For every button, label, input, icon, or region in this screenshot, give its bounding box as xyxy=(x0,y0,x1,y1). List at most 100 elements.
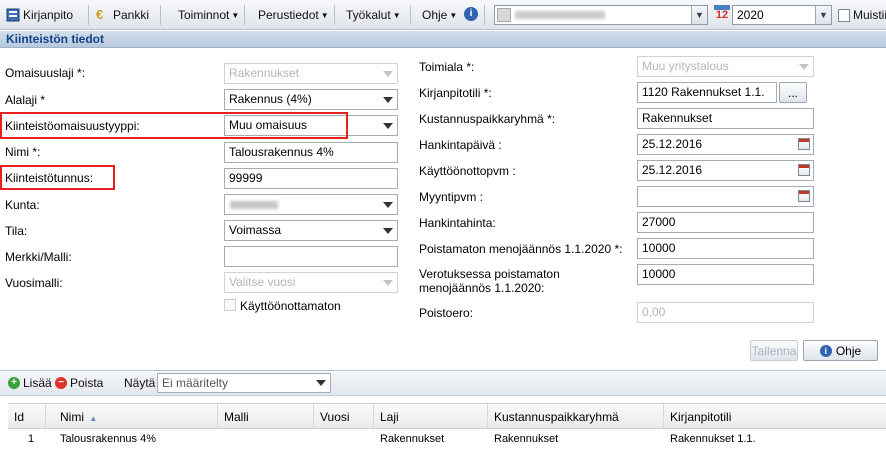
tyokalut-menu[interactable]: Työkalut ▼ xyxy=(346,8,401,22)
calendar-icon[interactable] xyxy=(798,138,810,150)
euro-icon: € xyxy=(96,7,104,22)
kunta-select[interactable] xyxy=(224,194,398,215)
toiminnot-label: Toiminnot xyxy=(178,8,230,22)
toimiala-select[interactable]: Muu yritystalous xyxy=(637,56,814,77)
muistiin-button[interactable]: Muistiin xyxy=(838,8,886,22)
perustiedot-label: Perustiedot xyxy=(258,8,319,22)
kunta-label: Kunta: xyxy=(5,198,40,212)
nayta-label: Näytä xyxy=(124,376,156,390)
toolbar-separator xyxy=(410,5,411,25)
calendar-icon: 12 xyxy=(714,5,730,23)
chevron-down-icon xyxy=(379,221,397,240)
toiminnot-menu[interactable]: Toiminnot ▼ xyxy=(178,8,239,22)
myyntipvm-input[interactable] xyxy=(637,186,814,207)
poista-button[interactable]: − Poista xyxy=(55,376,103,390)
poista-label: Poista xyxy=(70,376,104,390)
verotus-menojaannos-input[interactable]: 10000 xyxy=(637,264,814,285)
kayttoonottamaton-label: Käyttöönottamaton xyxy=(240,299,341,313)
verotus-label-line2: menojäännös 1.1.2020: xyxy=(419,281,545,295)
ohje-button-label: Ohje xyxy=(835,343,862,358)
tila-select[interactable]: Voimassa xyxy=(224,220,398,241)
chevron-down-icon xyxy=(379,273,397,292)
kustannuspaikkaryhma-input[interactable]: Rakennukset xyxy=(637,108,814,129)
nayta-select[interactable]: Ei määritelty xyxy=(157,373,331,393)
poistamaton-menojaannos-input[interactable]: 10000 xyxy=(637,238,814,259)
kayttoonottopvm-input[interactable]: 25.12.2016 xyxy=(637,160,814,181)
calendar-icon[interactable] xyxy=(798,190,810,202)
kirjanpito-label: Kirjanpito xyxy=(23,8,74,22)
column-header-id[interactable]: Id xyxy=(8,404,46,430)
year-select[interactable]: 2020 ▼ xyxy=(732,5,832,25)
perustiedot-menu[interactable]: Perustiedot ▼ xyxy=(258,8,329,22)
nimi-input[interactable]: Talousrakennus 4% xyxy=(224,142,398,163)
hankintahinta-label: Hankintahinta: xyxy=(419,216,496,230)
calendar-button[interactable]: 12 xyxy=(714,5,730,23)
lisaa-label: Lisää xyxy=(23,376,52,390)
nimi-label: Nimi *: xyxy=(5,145,41,159)
column-header-kustannuspaikkaryhma[interactable]: Kustannuspaikkaryhmä xyxy=(488,404,664,430)
column-header-kirjanpitotili[interactable]: Kirjanpitotili xyxy=(664,404,886,430)
ohje-label: Ohje xyxy=(422,8,448,22)
poistoero-input[interactable]: 0,00 xyxy=(637,302,814,323)
omaisuuslaji-label: Omaisuuslaji *: xyxy=(5,66,86,80)
table-row[interactable]: 1 Talousrakennus 4% Rakennukset Rakennuk… xyxy=(8,429,886,449)
vuosimalli-label: Vuosimalli: xyxy=(5,276,63,290)
cell-laji: Rakennukset xyxy=(380,433,445,445)
hankintapaiva-input[interactable]: 25.12.2016 xyxy=(637,134,814,155)
vuosimalli-placeholder: Valitse vuosi xyxy=(229,275,296,289)
remove-icon: − xyxy=(55,377,67,389)
company-icon xyxy=(497,8,511,22)
column-header-vuosi[interactable]: Vuosi xyxy=(314,404,374,430)
sort-asc-icon: ▲ xyxy=(89,414,98,423)
ohje-button[interactable]: i Ohje xyxy=(803,340,878,361)
hankintapaiva-label: Hankintapäivä : xyxy=(419,138,502,152)
year-value: 2020 xyxy=(737,8,764,22)
kirjanpitotili-input[interactable]: 1120 Rakennukset 1.1. xyxy=(637,82,777,103)
nayta-value: Ei määritelty xyxy=(162,376,229,390)
omaisuuslaji-value: Rakennukset xyxy=(229,66,300,80)
toimiala-value: Muu yritystalous xyxy=(642,59,729,73)
ohje-menu[interactable]: Ohje ▼ xyxy=(422,8,457,22)
chevron-down-icon[interactable]: ▼ xyxy=(815,6,831,24)
omaisuuslaji-select[interactable]: Rakennukset xyxy=(224,63,398,84)
cell-id: 1 xyxy=(28,433,35,445)
kiinteistotunnus-input[interactable]: 99999 xyxy=(224,168,398,189)
kayttoonottopvm-value: 25.12.2016 xyxy=(642,163,703,177)
chevron-down-icon xyxy=(379,116,397,135)
kayttoonottamaton-checkbox[interactable] xyxy=(224,299,236,311)
toolbar-separator xyxy=(244,5,245,25)
vuosimalli-select[interactable]: Valitse vuosi xyxy=(224,272,398,293)
pankki-label: Pankki xyxy=(113,8,150,22)
info-button[interactable]: i xyxy=(464,7,481,21)
alalaji-select[interactable]: Rakennus (4%) xyxy=(224,89,398,110)
chevron-down-icon xyxy=(379,195,397,214)
company-select[interactable]: ▼ xyxy=(494,5,708,25)
caret-down-icon: ▼ xyxy=(392,10,401,20)
main-toolbar: Kirjanpito € Pankki Toiminnot ▼ Perustied… xyxy=(0,0,886,30)
kirjanpitotili-browse-button[interactable]: ... xyxy=(779,82,807,103)
kirjanpitotili-label: Kirjanpitotili *: xyxy=(419,86,492,100)
info-icon: i xyxy=(819,344,832,357)
chevron-down-icon xyxy=(795,57,813,76)
grid-header: Id Nimi ▲ Malli Vuosi Laji Kustannuspaik… xyxy=(8,403,886,430)
kayttoonottopvm-label: Käyttöönottopvm : xyxy=(419,164,516,178)
hankintapaiva-value: 25.12.2016 xyxy=(642,137,703,151)
highlight-box xyxy=(0,112,348,139)
poistoero-label: Poistoero: xyxy=(419,306,474,320)
column-header-nimi[interactable]: Nimi ▲ xyxy=(54,404,218,430)
pankki-button[interactable]: € Pankki xyxy=(96,7,150,23)
column-header-malli[interactable]: Malli xyxy=(218,404,314,430)
toolbar-separator xyxy=(88,5,89,25)
toolbar-separator xyxy=(334,5,335,25)
calendar-icon[interactable] xyxy=(798,164,810,176)
hankintahinta-input[interactable]: 27000 xyxy=(637,212,814,233)
tila-label: Tila: xyxy=(5,224,28,238)
chevron-down-icon[interactable]: ▼ xyxy=(691,6,707,24)
merkki-malli-input[interactable] xyxy=(224,246,398,267)
kirjanpito-button[interactable]: Kirjanpito xyxy=(6,8,73,22)
tallenna-button[interactable]: Tallenna xyxy=(750,340,798,361)
chevron-down-icon xyxy=(379,64,397,83)
poistamaton-menojaannos-label: Poistamaton menojäännös 1.1.2020 *: xyxy=(419,242,623,256)
lisaa-button[interactable]: + Lisää xyxy=(8,376,52,390)
column-header-laji[interactable]: Laji xyxy=(374,404,488,430)
